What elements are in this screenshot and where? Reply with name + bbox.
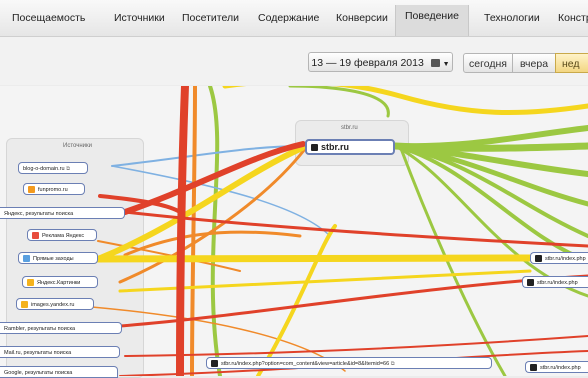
source-label: Яндекс.Картинки: [37, 280, 81, 286]
lock-icon: [530, 364, 537, 372]
source-node[interactable]: blog-o-domain.ru ⧉: [18, 162, 88, 174]
external-link-icon: ⧉: [66, 166, 71, 172]
page-label: stbr.ru/index.php: [545, 256, 586, 262]
period-week-button[interactable]: нед: [555, 53, 588, 73]
yandex-images-icon: [21, 301, 28, 309]
external-link-icon: ⧉: [390, 361, 395, 367]
period-today-button[interactable]: сегодня: [463, 53, 513, 73]
source-label: Google, результаты поиска: [4, 370, 73, 376]
source-node[interactable]: Яндекс, результаты поиска: [0, 207, 125, 219]
direct-visit-icon: [23, 255, 30, 263]
lock-icon: [211, 360, 218, 368]
source-label: Яндекс, результаты поиска: [4, 211, 74, 217]
page-node[interactable]: stbr.ru/index.php: [530, 252, 588, 264]
source-label: funpromo.ru: [38, 187, 68, 193]
page-node[interactable]: stbr.ru/index.php: [525, 361, 588, 373]
date-range-label: 13 — 19 февраля 2013: [311, 57, 424, 69]
lock-icon: [311, 144, 318, 152]
source-label: images.yandex.ru: [31, 302, 75, 308]
lock-icon: [535, 255, 542, 263]
lock-icon: [527, 279, 534, 287]
source-label: Mail.ru, результаты поиска: [4, 350, 72, 356]
source-label: Rambler, результаты поиска: [4, 326, 76, 332]
green-flows: [208, 86, 588, 376]
top-navigation: Посещаемость Источники Посетители Содерж…: [0, 0, 588, 37]
page-node[interactable]: stbr.ru/index.php: [522, 276, 588, 288]
tab-tekhnologii[interactable]: Технологии: [484, 12, 540, 24]
tab-soderzhanie[interactable]: Содержание: [258, 12, 319, 24]
chevron-down-icon: ▼: [442, 61, 450, 68]
source-node[interactable]: Mail.ru, результаты поиска: [0, 346, 120, 358]
source-node[interactable]: Прямые заходы: [18, 252, 98, 264]
tab-povedenie[interactable]: Поведение: [395, 5, 469, 36]
tab-poseshchaemost[interactable]: Посещаемость: [12, 12, 85, 24]
page-label: stbr.ru/index.php: [540, 365, 581, 371]
yandex-images-icon: [27, 279, 34, 287]
source-label: Реклама Яндекс: [42, 233, 85, 239]
page-node-article[interactable]: stbr.ru/index.php?option=com_content&vie…: [206, 357, 492, 369]
tab-istochniki[interactable]: Источники: [114, 12, 165, 24]
red-flows: [98, 86, 588, 376]
source-node[interactable]: Rambler, результаты поиска: [0, 322, 122, 334]
source-node[interactable]: Яндекс.Картинки: [22, 276, 98, 288]
site-favicon: [28, 186, 35, 194]
yandex-direct-icon: [32, 232, 39, 240]
period-yesterday-button[interactable]: вчера: [512, 53, 556, 73]
source-node[interactable]: Реклама Яндекс: [27, 229, 97, 241]
tab-konversii[interactable]: Конверсии: [336, 12, 388, 24]
source-node[interactable]: funpromo.ru: [23, 183, 85, 195]
tab-posetiteli[interactable]: Посетители: [182, 12, 239, 24]
site-node-main[interactable]: stbr.ru: [305, 139, 395, 155]
source-node[interactable]: images.yandex.ru: [16, 298, 94, 310]
calendar-icon: [430, 59, 440, 68]
tab-konstruktor[interactable]: Констр: [558, 12, 588, 24]
source-label: blog-o-domain.ru: [23, 166, 65, 172]
page-label: stbr.ru/index.php?option=com_content&vie…: [221, 361, 390, 367]
source-node[interactable]: Google, результаты поиска: [0, 366, 118, 378]
date-range-picker[interactable]: 13 — 19 февраля 2013 ▼: [308, 52, 453, 72]
page-label: stbr.ru/index.php: [537, 280, 578, 286]
site-node-label: stbr.ru: [321, 142, 350, 152]
source-label: Прямые заходы: [33, 256, 74, 262]
